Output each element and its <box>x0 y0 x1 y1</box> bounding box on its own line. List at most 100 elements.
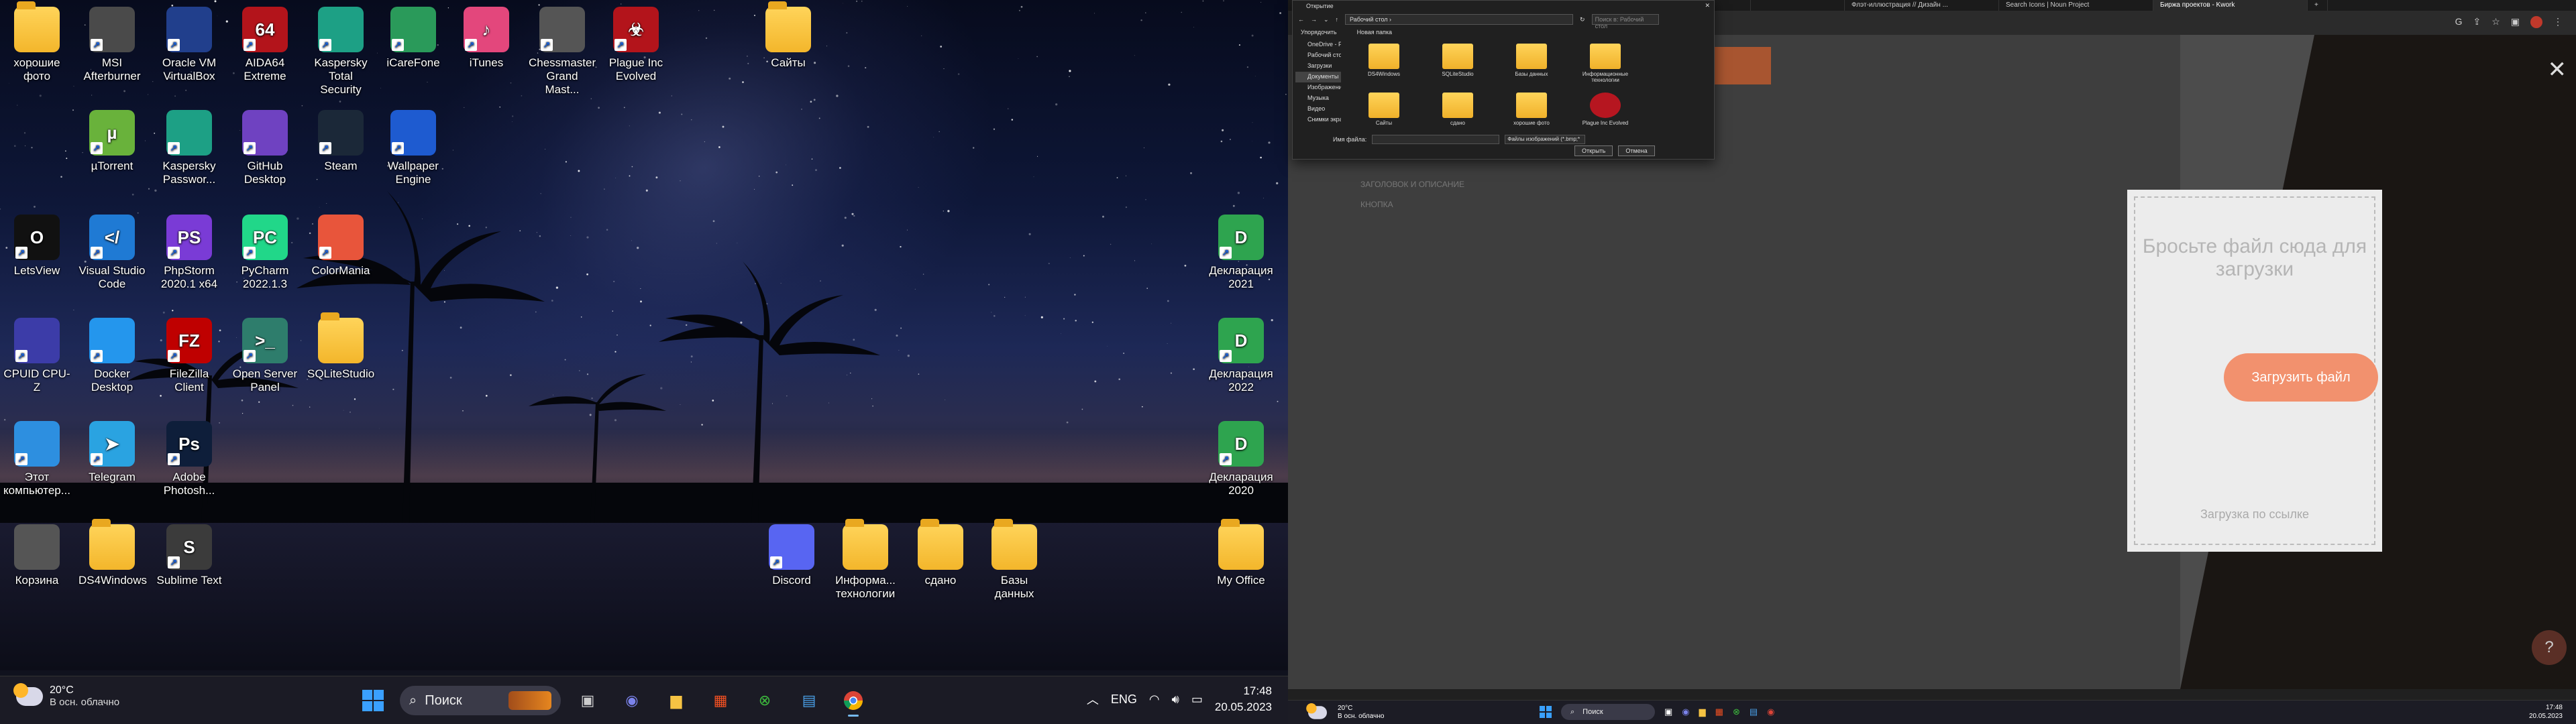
browser-tab-active[interactable]: Биржа проектов - Kwork <box>2153 0 2308 11</box>
chevron-up-icon[interactable]: ︿ <box>1087 690 1099 708</box>
menu-dots-icon[interactable]: ⋮ <box>2553 16 2563 28</box>
help-icon[interactable]: ? <box>2532 630 2567 665</box>
file-explorer-icon[interactable]: ▆ <box>659 683 694 718</box>
desktop-icon[interactable]: ➤ ↗ Telegram <box>78 421 146 484</box>
xbox-icon[interactable]: ⊗ <box>747 683 782 718</box>
desktop-icon[interactable]: O ↗ LetsView <box>3 215 70 278</box>
desktop-icon[interactable]: Корзина <box>3 524 70 587</box>
chrome-icon[interactable]: ◉ <box>1767 707 1774 717</box>
desktop-icon[interactable]: ↗ Kaspersky Passwor... <box>156 110 223 186</box>
desktop-icon[interactable]: My Office <box>1208 519 1275 587</box>
chevron-down-icon[interactable]: ⌄ <box>1324 16 1329 23</box>
sidebar-item-music[interactable]: Музыка <box>1295 93 1341 104</box>
desktop-icon[interactable]: D ↗ Декларация 2022 <box>1208 318 1275 394</box>
chrome-icon[interactable] <box>836 683 871 718</box>
cancel-button[interactable]: Отмена <box>1618 145 1655 156</box>
sidebar-item-desktop[interactable]: Рабочий сто <box>1295 50 1341 61</box>
sidebar-item-documents[interactable]: Документы <box>1295 72 1341 82</box>
file-item[interactable]: сдано <box>1424 92 1491 131</box>
address-bar[interactable]: Рабочий стол › <box>1345 14 1574 25</box>
sidebar-item-downloads[interactable]: Загрузки <box>1295 61 1341 72</box>
sidebar-item-video[interactable]: Видео <box>1295 104 1341 115</box>
forward-arrow-icon[interactable]: → <box>1311 16 1317 23</box>
desktop-icon[interactable]: µ ↗ µTorrent <box>78 110 146 173</box>
start-button[interactable] <box>1540 706 1552 718</box>
desktop-icon[interactable]: ↗ GitHub Desktop <box>231 110 299 186</box>
teams-chat-icon[interactable]: ◉ <box>614 683 649 718</box>
desktop-icon[interactable]: S ↗ Sublime Text <box>156 524 223 587</box>
file-type-filter[interactable]: Файлы изображений (*.bmp;* <box>1505 135 1586 144</box>
file-item[interactable]: хорошие фото <box>1498 92 1565 131</box>
desktop-icon[interactable]: ♪ ↗ iTunes <box>453 7 520 70</box>
desktop-icon[interactable]: сдано <box>907 519 974 587</box>
refresh-icon[interactable]: ↻ <box>1580 16 1585 23</box>
desktop-icon[interactable]: ↗ MSI Afterburner <box>78 7 146 83</box>
xbox-icon[interactable]: ⊗ <box>1733 707 1740 717</box>
back-arrow-icon[interactable]: ← <box>1298 16 1304 23</box>
file-item[interactable]: DS4Windows <box>1350 44 1417 88</box>
taskbar-search[interactable]: ⌕ Поиск <box>400 686 561 715</box>
volume-icon[interactable]: 🔊︎ <box>1172 692 1179 707</box>
share-icon[interactable]: ⇪ <box>2473 16 2481 28</box>
desktop-icon[interactable]: >_ ↗ Open Server Panel <box>231 318 299 394</box>
desktop-icon[interactable]: FZ ↗ FileZilla Client <box>156 318 223 394</box>
desktop-icon[interactable]: ↗ iCareFone <box>380 7 447 70</box>
desktop-icon[interactable]: ↗ CPUID CPU-Z <box>3 318 70 394</box>
upload-file-button[interactable]: Загрузить файл <box>2224 353 2378 402</box>
desktop-icon[interactable]: хорошие фото <box>3 1 70 83</box>
filename-input[interactable] <box>1372 135 1500 144</box>
browser-tab[interactable] <box>1751 0 1845 11</box>
desktop-icon[interactable]: </↗ Visual Studio Code <box>78 215 146 291</box>
desktop-icon[interactable]: ↗ Discord <box>758 524 825 587</box>
wifi-icon[interactable]: ◠ <box>1149 692 1160 707</box>
file-item[interactable]: Информационные технологии <box>1572 44 1639 88</box>
desktop-icon[interactable]: ↗ Этот компьютер... <box>3 421 70 497</box>
desktop-icon[interactable]: ↗ Chessmaster Grand Mast... <box>529 7 596 97</box>
up-arrow-icon[interactable]: ↑ <box>1336 16 1339 23</box>
weather-widget[interactable]: 20°C В осн. облачно <box>13 682 119 708</box>
desktop-icon[interactable]: D ↗ Декларация 2020 <box>1208 421 1275 497</box>
store-icon[interactable]: ▦ <box>703 683 738 718</box>
dialog-search[interactable]: Поиск в: Рабочий стол <box>1591 14 1659 29</box>
teams-chat-icon[interactable]: ◉ <box>1682 707 1689 717</box>
file-item[interactable]: Базы данных <box>1498 44 1565 88</box>
desktop-icon[interactable]: Информа... технологии <box>832 519 899 601</box>
file-item[interactable]: SQLiteStudio <box>1424 44 1491 88</box>
extension-icon[interactable]: ▣ <box>2511 16 2520 28</box>
desktop-icon[interactable]: PC ↗ PyCharm 2022.1.3 <box>231 215 299 291</box>
desktop-icon[interactable]: DS4Windows <box>78 519 147 587</box>
browser-tab[interactable]: Флэт-иллюстрация // Дизайн ... <box>1845 0 1999 11</box>
desktop-icon[interactable]: Базы данных <box>981 519 1048 601</box>
new-tab-button[interactable]: + <box>2308 0 2328 11</box>
desktop-icon[interactable]: ↗ Wallpaper Engine <box>380 110 447 186</box>
bookmark-star-icon[interactable]: ☆ <box>2491 16 2500 28</box>
taskbar-search[interactable]: ⌕ Поиск <box>1561 704 1655 720</box>
desktop-icon[interactable]: ↗ Kaspersky Total Security <box>307 7 374 97</box>
battery-icon[interactable]: ▭ <box>1191 692 1203 707</box>
open-button[interactable]: Открыть <box>1574 145 1613 156</box>
desktop-icon[interactable]: ↗ Oracle VM VirtualBox <box>156 7 223 83</box>
desktop-icon[interactable]: PS ↗ PhpStorm 2020.1 x64 <box>156 215 223 291</box>
clock[interactable]: 17:48 20.05.2023 <box>2529 703 2563 721</box>
desktop-icon[interactable]: SQLiteStudio <box>307 312 374 381</box>
file-item[interactable]: Plague Inc Evolved <box>1572 92 1639 131</box>
desktop-icon[interactable]: ↗ Docker Desktop <box>78 318 146 394</box>
google-icon[interactable]: G <box>2455 16 2463 28</box>
file-item[interactable]: Сайты <box>1350 92 1417 131</box>
app-icon[interactable]: ▤ <box>792 683 826 718</box>
sidebar-item-onedrive[interactable]: OneDrive - Pers <box>1295 40 1341 50</box>
app-icon[interactable]: ▤ <box>1750 707 1758 717</box>
desktop-icon[interactable]: Сайты <box>755 1 822 70</box>
profile-avatar[interactable] <box>2530 16 2542 28</box>
sidebar-item-screenshots[interactable]: Снимки экрана <box>1295 115 1341 125</box>
desktop-icon[interactable]: ☣ ↗ Plague Inc Evolved <box>602 7 669 83</box>
file-explorer-icon[interactable]: ▆ <box>1699 707 1706 717</box>
store-icon[interactable]: ▦ <box>1715 707 1723 717</box>
task-view-icon[interactable]: ▣ <box>1664 707 1672 717</box>
close-icon[interactable]: ✕ <box>2548 56 2567 83</box>
drop-zone[interactable]: Бросьте файл сюда для загрузки Загрузить… <box>2134 196 2378 545</box>
new-folder-button[interactable]: Новая папка <box>1357 29 1392 38</box>
weather-widget[interactable]: 20°C В осн. облачно <box>1304 703 1384 722</box>
desktop-icon[interactable]: 64 ↗ AIDA64 Extreme <box>231 7 299 83</box>
start-button[interactable] <box>356 683 390 718</box>
